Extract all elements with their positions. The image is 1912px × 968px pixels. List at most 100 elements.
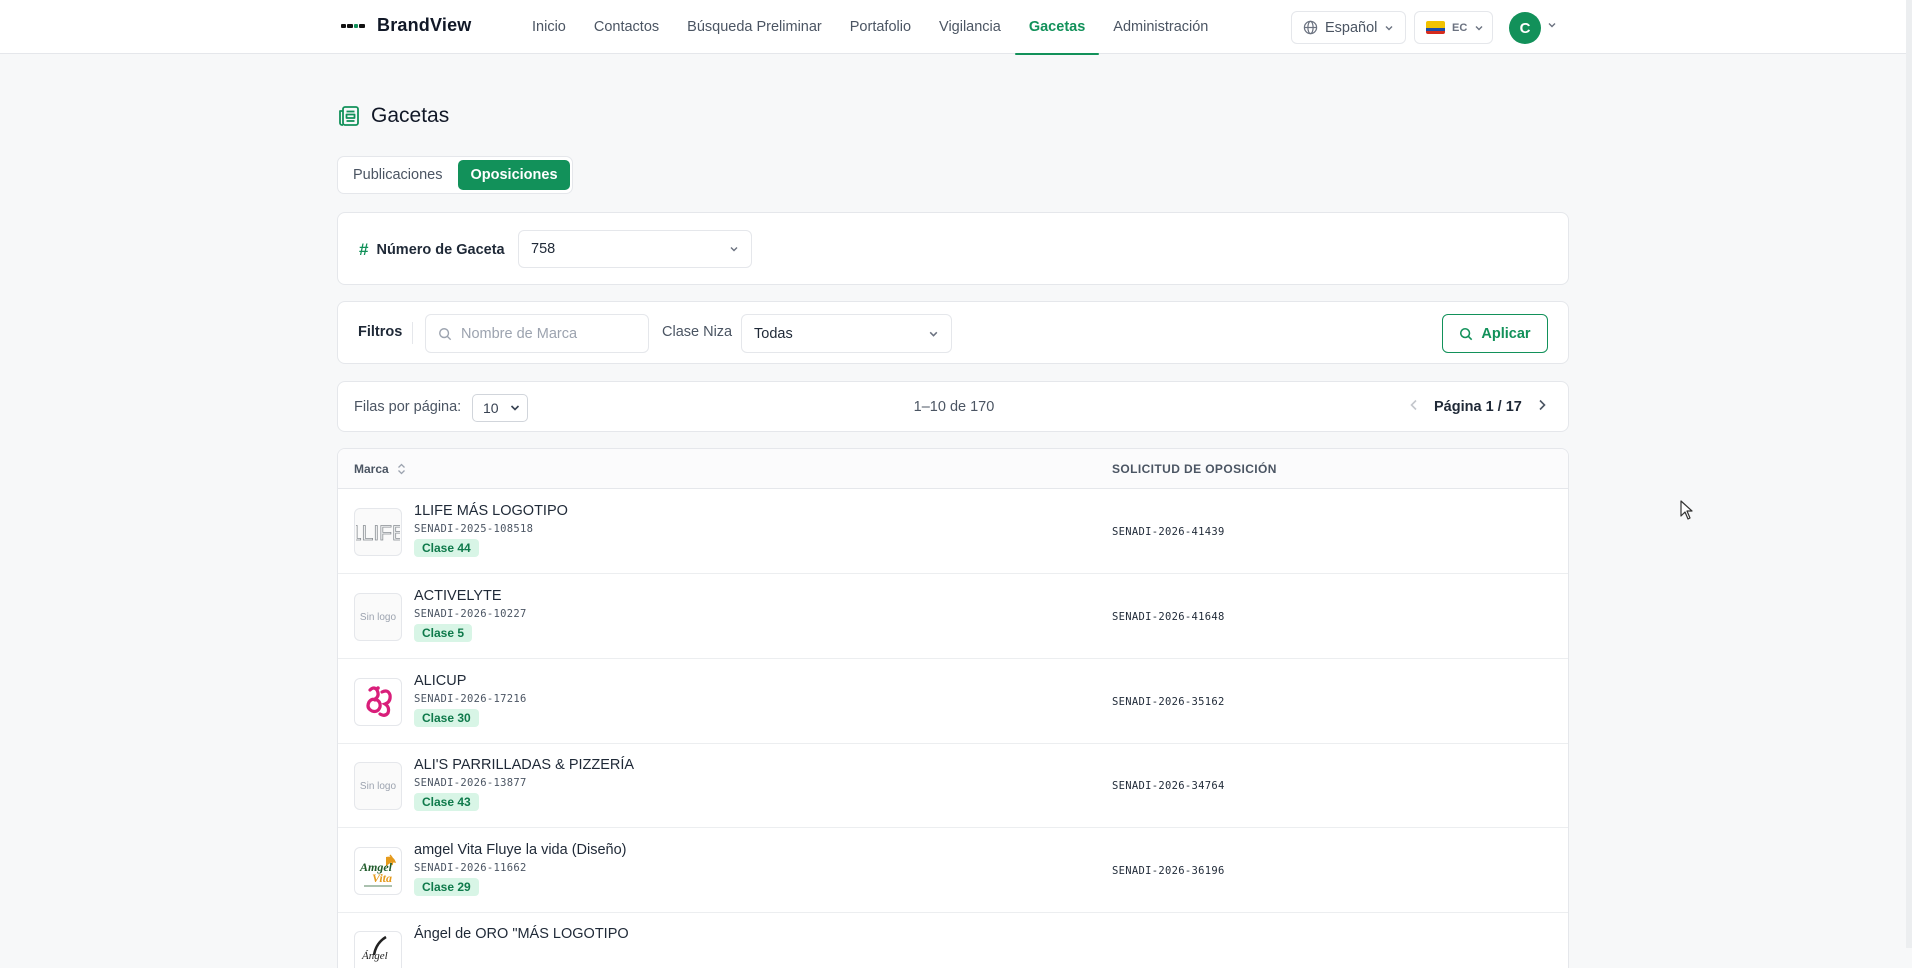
- brand-logo-placeholder: Sin logo: [354, 762, 402, 810]
- nav-item-administracion[interactable]: Administración: [1099, 0, 1222, 54]
- brand-cell: ALICUP SENADI-2026-17216 Clase 30: [414, 673, 527, 727]
- brand-name[interactable]: ALI'S PARRILLADAS & PIZZERÍA: [414, 757, 634, 773]
- language-selector[interactable]: Español: [1291, 11, 1406, 44]
- globe-icon: [1303, 20, 1318, 35]
- top-navbar: BrandView Inicio Contactos Búsqueda Prel…: [0, 0, 1912, 55]
- clase-badge: Clase 5: [414, 624, 473, 642]
- opposition-number: SENADI-2026-41648: [1112, 611, 1225, 623]
- tab-publicaciones[interactable]: Publicaciones: [341, 160, 454, 190]
- column-header-solicitud: SOLICITUD DE OPOSICIÓN: [1112, 462, 1277, 476]
- filters-card: Filtros Clase Niza Todas Aplicar: [337, 301, 1569, 364]
- newspaper-icon: [339, 106, 359, 126]
- chevron-left-icon[interactable]: [1406, 397, 1422, 413]
- brand-name: BrandView: [377, 15, 472, 35]
- chevron-right-icon[interactable]: [1534, 397, 1550, 413]
- opposition-number: SENADI-2026-36196: [1112, 865, 1225, 877]
- country-selector[interactable]: EC: [1414, 11, 1493, 44]
- clase-badge: Clase 30: [414, 709, 479, 727]
- clase-niza-label: Clase Niza: [662, 324, 733, 340]
- table-row[interactable]: Sin logo ACTIVELYTE SENADI-2026-10227 Cl…: [338, 575, 1568, 659]
- gaceta-number-value: 758: [531, 241, 556, 257]
- alicup-logo: [366, 686, 392, 717]
- table-row[interactable]: ALICUP SENADI-2026-17216 Clase 30 SENADI…: [338, 660, 1568, 744]
- application-number: SENADI-2026-11662: [414, 862, 527, 874]
- nav-item-contactos[interactable]: Contactos: [580, 0, 673, 54]
- nav-item-vigilancia[interactable]: Vigilancia: [925, 0, 1015, 54]
- chevron-down-icon: [510, 405, 520, 411]
- gaceta-number-label-wrap: # Número de Gaceta: [359, 240, 505, 260]
- brand-name[interactable]: amgel Vita Fluye la vida (Diseño): [414, 842, 627, 858]
- brand-logo-image: [354, 678, 402, 726]
- main-nav: Inicio Contactos Búsqueda Preliminar Por…: [518, 0, 1222, 55]
- brand-cell: ALI'S PARRILLADAS & PIZZERÍA SENADI-2026…: [414, 757, 634, 811]
- chevron-down-icon[interactable]: [1547, 20, 1557, 30]
- brand-cell: Ángel de ORO "MÁS LOGOTIPO: [414, 926, 629, 942]
- oposiciones-table: Marca SOLICITUD DE OPOSICIÓN 1LIFE 1LIFE…: [337, 448, 1569, 968]
- rows-per-page-value: 10: [483, 400, 499, 416]
- amgel-vita-logo: Amgel Vita: [359, 854, 396, 887]
- opposition-number: SENADI-2026-41439: [1112, 526, 1225, 538]
- brand-search-input[interactable]: [461, 325, 621, 342]
- gaceta-number-select[interactable]: 758: [518, 230, 752, 268]
- nav-item-inicio[interactable]: Inicio: [518, 0, 580, 54]
- brand-logo-placeholder: Sin logo: [354, 593, 402, 641]
- sort-icon: [397, 463, 405, 475]
- nav-item-portafolio[interactable]: Portafolio: [836, 0, 925, 54]
- chevron-down-icon: [929, 331, 938, 337]
- brand-cell: 1LIFE MÁS LOGOTIPO SENADI-2025-108518 Cl…: [414, 503, 568, 557]
- clase-badge: Clase 43: [414, 793, 479, 811]
- page-header: Gacetas: [337, 104, 449, 128]
- table-row[interactable]: 1LIFE 1LIFE MÁS LOGOTIPO SENADI-2025-108…: [338, 490, 1568, 574]
- brand-logo-image: Amgel Vita: [354, 847, 402, 895]
- chevron-down-icon: [730, 247, 738, 252]
- search-icon: [439, 327, 452, 340]
- brand-name[interactable]: ALICUP: [414, 673, 527, 689]
- nav-item-busqueda-preliminar[interactable]: Búsqueda Preliminar: [673, 0, 836, 54]
- search-icon: [1460, 327, 1473, 340]
- apply-button-label: Aplicar: [1481, 325, 1531, 342]
- brand-logo-image: Ángel: [354, 931, 402, 968]
- svg-text:1LIFE: 1LIFE: [356, 522, 400, 545]
- clase-niza-select[interactable]: Todas: [741, 314, 952, 353]
- brand-logo-image: 1LIFE: [354, 508, 402, 556]
- nav-item-gacetas[interactable]: Gacetas: [1014, 0, 1100, 55]
- filters-label: Filtros: [358, 324, 403, 340]
- opposition-number: SENADI-2026-35162: [1112, 696, 1225, 708]
- brand[interactable]: BrandView: [341, 15, 472, 36]
- apply-button[interactable]: Aplicar: [1442, 314, 1548, 353]
- opposition-number: SENADI-2026-34764: [1112, 780, 1225, 792]
- country-code: EC: [1452, 21, 1468, 34]
- gaceta-number-label: Número de Gaceta: [376, 242, 505, 258]
- brand-logo-icon: [341, 21, 365, 31]
- divider: [412, 322, 413, 344]
- tab-oposiciones[interactable]: Oposiciones: [458, 160, 570, 190]
- ecuador-flag-icon: [1426, 21, 1445, 34]
- brand-name[interactable]: Ángel de ORO "MÁS LOGOTIPO: [414, 926, 629, 942]
- application-number: SENADI-2025-108518: [414, 523, 534, 535]
- clase-badge: Clase 44: [414, 539, 479, 557]
- brand-name[interactable]: ACTIVELYTE: [414, 588, 527, 604]
- column-header-marca[interactable]: Marca: [354, 462, 406, 476]
- brand-cell: amgel Vita Fluye la vida (Diseño) SENADI…: [414, 842, 627, 896]
- table-row[interactable]: Sin logo ALI'S PARRILLADAS & PIZZERÍA SE…: [338, 744, 1568, 828]
- rows-per-page-label: Filas por página:: [354, 399, 462, 415]
- gaceta-number-card: # Número de Gaceta 758: [337, 212, 1569, 285]
- page-title: Gacetas: [371, 104, 450, 127]
- brand-search-field[interactable]: [425, 314, 649, 353]
- table-row[interactable]: Amgel Vita amgel Vita Fluye la vida (Dis…: [338, 829, 1568, 913]
- column-header-marca-label: Marca: [354, 462, 389, 476]
- svg-text:Ángel: Ángel: [361, 950, 388, 962]
- no-logo-label: Sin logo: [359, 780, 397, 792]
- page-scrollbar[interactable]: [1906, 0, 1912, 948]
- page-indicator: Página 1 / 17: [1434, 399, 1522, 415]
- rows-per-page-select[interactable]: 10: [472, 394, 528, 422]
- chevron-down-icon: [1475, 25, 1483, 30]
- application-number: SENADI-2026-10227: [414, 608, 527, 620]
- svg-text:Vita: Vita: [372, 871, 392, 885]
- pagination-bar: Filas por página: 10 1–10 de 170 Página …: [337, 381, 1569, 432]
- user-avatar[interactable]: C: [1509, 12, 1541, 44]
- chevron-down-icon: [1385, 25, 1393, 30]
- clase-niza-value: Todas: [754, 325, 793, 342]
- brand-name[interactable]: 1LIFE MÁS LOGOTIPO: [414, 503, 568, 519]
- table-row[interactable]: Ángel Ángel de ORO "MÁS LOGOTIPO: [338, 913, 1568, 968]
